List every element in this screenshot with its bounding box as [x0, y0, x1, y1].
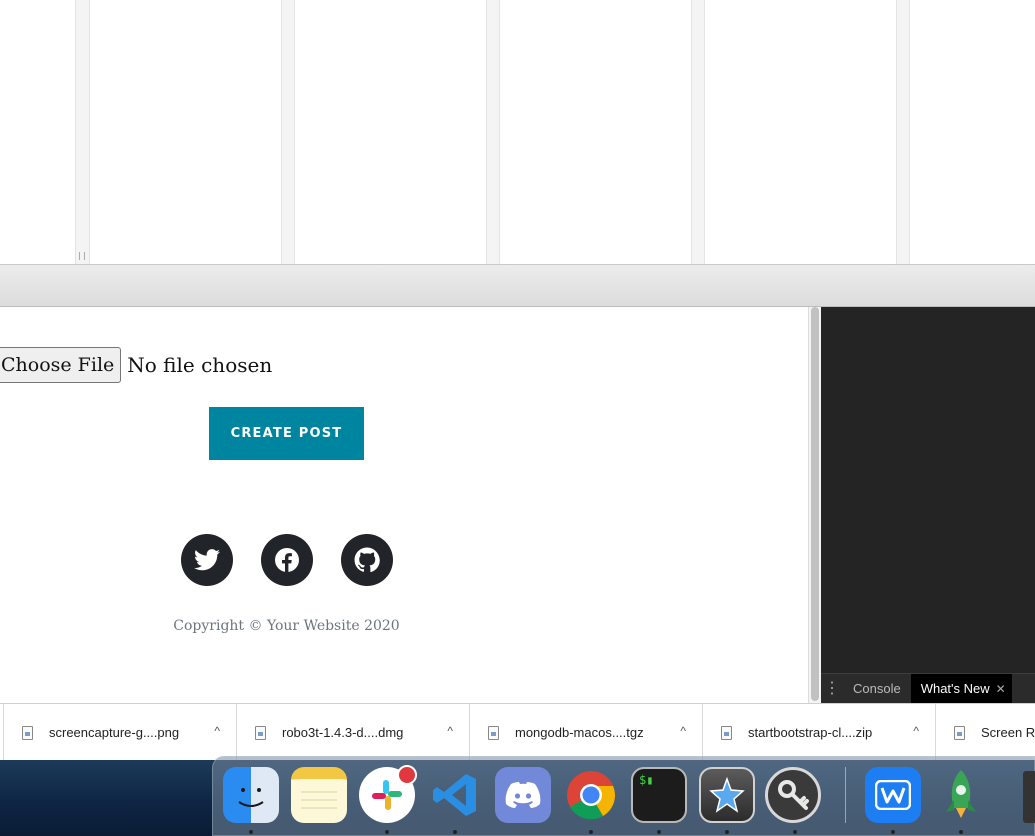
chevron-up-icon[interactable]: ^ — [447, 724, 453, 738]
download-filename: startbootstrap-cl....zip — [748, 725, 873, 740]
column-pane — [909, 0, 1035, 264]
running-indicator — [959, 830, 963, 834]
copyright-text: Copyright © Your Website 2020 — [173, 618, 400, 634]
running-indicator — [249, 830, 253, 834]
running-indicator — [589, 830, 593, 834]
wps-office-icon[interactable] — [865, 767, 921, 823]
notification-badge — [397, 765, 417, 785]
terminal-prompt-icon: $▮ — [639, 773, 654, 787]
devtools-panel: ⋮ Console What's New ✕ — [821, 307, 1035, 704]
spreadsheet-columns-area — [0, 0, 1035, 264]
kebab-menu-icon[interactable]: ⋮ — [821, 674, 843, 704]
discord-icon[interactable] — [495, 767, 551, 823]
download-shelf: screencapture-g....png ^ robo3t-1.4.3-d.… — [0, 703, 1035, 760]
file-icon — [954, 725, 965, 740]
download-filename: mongodb-macos....tgz — [515, 725, 644, 740]
chevron-up-icon[interactable]: ^ — [214, 724, 220, 738]
running-indicator — [725, 830, 729, 834]
download-filename: robo3t-1.4.3-d....dmg — [282, 725, 404, 740]
download-item[interactable]: mongodb-macos....tgz ^ — [469, 704, 702, 760]
file-status-text: No file chosen — [127, 353, 273, 377]
partial-dock-item[interactable] — [1023, 771, 1035, 823]
file-icon — [22, 725, 33, 740]
vscode-glyph — [433, 774, 476, 816]
scroll-thumb[interactable] — [811, 307, 819, 701]
vscode-icon[interactable] — [427, 767, 483, 823]
toolbar-band — [0, 264, 1035, 307]
download-item[interactable]: screencapture-g....png ^ — [3, 704, 236, 760]
rocket-glyph — [946, 770, 976, 818]
column-pane — [0, 0, 76, 264]
devtools-drawer-tabs: ⋮ Console What's New ✕ — [821, 673, 1035, 704]
choose-file-button[interactable]: Choose File — [0, 347, 122, 383]
xcode-instruments-icon[interactable] — [699, 767, 755, 823]
dock-separator — [845, 767, 846, 823]
tab-label: What's New — [920, 680, 990, 696]
resize-grip[interactable] — [79, 252, 85, 260]
file-input-row: Choose File No file chosen — [0, 347, 272, 383]
chevron-up-icon[interactable]: ^ — [680, 724, 686, 738]
create-post-button[interactable]: CREATE POST — [209, 407, 364, 460]
download-filename: Screen R — [981, 725, 1035, 740]
web-page: Choose File No file chosen CREATE POST C… — [0, 307, 808, 703]
notes-lines — [301, 791, 337, 809]
close-icon[interactable]: ✕ — [996, 674, 1006, 704]
finder-face — [238, 788, 264, 807]
key-glyph — [778, 780, 809, 810]
notes-icon[interactable] — [291, 767, 347, 823]
running-indicator — [385, 830, 389, 834]
running-indicator — [891, 830, 895, 834]
dock: $▮ — [212, 756, 1035, 836]
column-pane — [499, 0, 692, 264]
column-pane — [294, 0, 487, 264]
facebook-icon — [275, 548, 299, 572]
twitter-icon — [194, 549, 220, 571]
rocket-app-icon[interactable] — [933, 767, 989, 823]
tab-whats-new[interactable]: What's New ✕ — [910, 673, 1012, 704]
slack-glyph — [372, 780, 402, 810]
download-item[interactable]: startbootstrap-cl....zip ^ — [702, 704, 935, 760]
running-indicator — [657, 830, 661, 834]
facebook-link[interactable] — [261, 534, 313, 586]
github-link[interactable] — [341, 534, 393, 586]
download-filename: screencapture-g....png — [49, 725, 180, 740]
chrome-icon[interactable] — [563, 767, 619, 823]
wps-glyph — [875, 780, 911, 810]
finder-icon[interactable] — [223, 767, 279, 823]
terminal-icon[interactable]: $▮ — [631, 767, 687, 823]
column-pane — [89, 0, 282, 264]
tab-console[interactable]: Console — [843, 674, 911, 704]
file-icon — [255, 725, 266, 740]
chrome-glyph — [567, 771, 616, 820]
discord-glyph — [505, 782, 541, 808]
twitter-link[interactable] — [181, 534, 233, 586]
running-indicator — [453, 830, 457, 834]
star-glyph — [709, 776, 745, 813]
github-icon — [354, 547, 380, 573]
chevron-up-icon[interactable]: ^ — [913, 724, 919, 738]
page-scrollbar[interactable] — [808, 307, 821, 703]
keychain-icon[interactable] — [765, 767, 821, 823]
file-icon — [721, 725, 732, 740]
file-icon — [488, 725, 499, 740]
column-pane — [704, 0, 897, 264]
download-item[interactable]: Screen R — [935, 704, 1035, 760]
running-indicator — [793, 830, 797, 834]
download-item[interactable]: robo3t-1.4.3-d....dmg ^ — [236, 704, 469, 760]
